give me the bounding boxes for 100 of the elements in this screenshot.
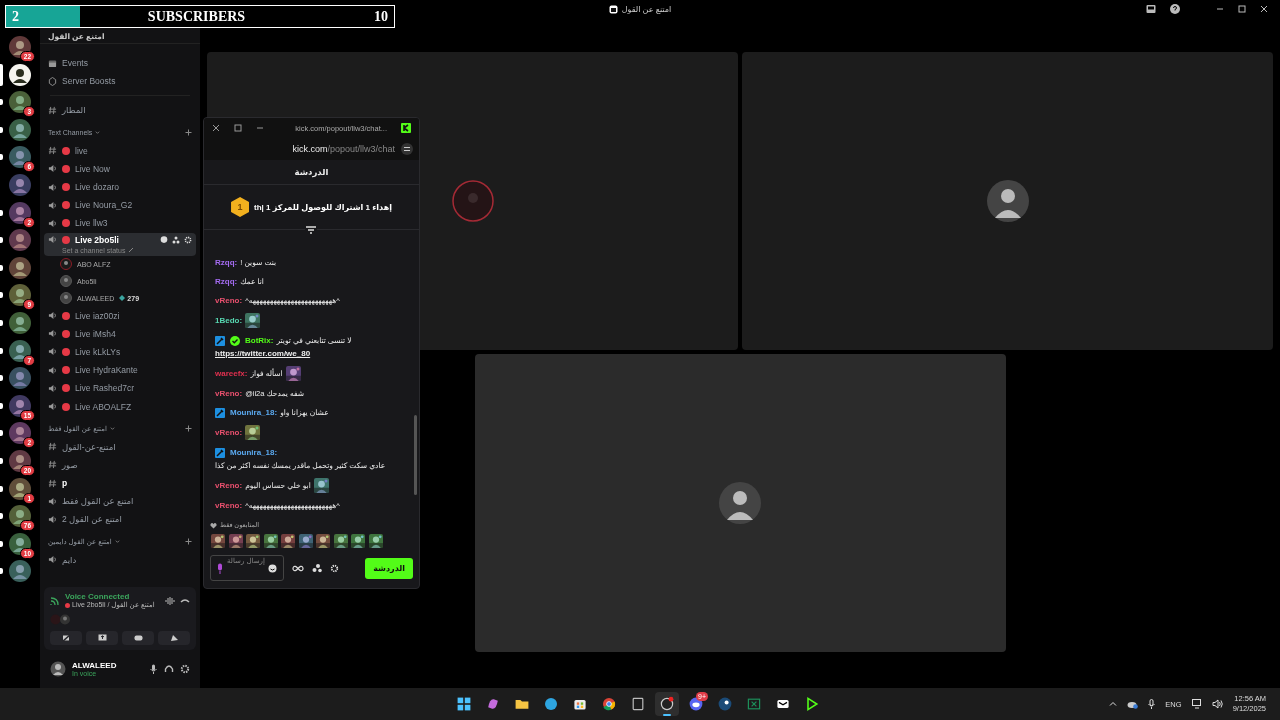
chevron-up-icon[interactable]	[1109, 700, 1118, 708]
server-icon[interactable]	[9, 284, 31, 307]
plus-icon[interactable]	[185, 129, 192, 137]
headphones-icon[interactable]	[164, 664, 174, 674]
channel-item[interactable]: Live kLkLYs	[44, 342, 196, 362]
menu-item[interactable]: Events	[62, 58, 88, 69]
server-icon[interactable]	[9, 532, 31, 555]
chat-username[interactable]: wareefx:	[215, 367, 248, 380]
server-icon[interactable]	[9, 560, 31, 583]
channel-item[interactable]: امتنع-عن-القول	[44, 437, 196, 456]
maximize-icon[interactable]	[234, 124, 242, 132]
help-icon[interactable]	[1170, 4, 1180, 14]
server-icon[interactable]	[9, 91, 31, 114]
server-icon[interactable]	[9, 339, 31, 362]
chat-username[interactable]: Rzqq:	[215, 275, 238, 288]
cloud-icon[interactable]	[1127, 699, 1139, 709]
chat-bubble-icon[interactable]	[160, 235, 168, 244]
menu-item[interactable]: Server Boosts	[62, 76, 116, 87]
volume-icon[interactable]	[1211, 699, 1223, 709]
video-tile[interactable]	[742, 52, 1273, 350]
screen-share-button[interactable]	[86, 631, 118, 645]
server-icon[interactable]	[9, 146, 31, 169]
chat-username[interactable]: vReno:	[215, 294, 243, 307]
channel-item[interactable]: صور	[44, 455, 196, 474]
channel-item[interactable]: Live iMsh4	[44, 324, 196, 343]
chat-username[interactable]: Mounira_18:	[230, 406, 278, 419]
soundboard-button[interactable]	[158, 631, 190, 645]
settings-icon[interactable]	[180, 664, 190, 674]
chat-link[interactable]: https://twitter.com/we_80	[215, 347, 407, 360]
channel-item[interactable]: Live HydraKante	[44, 361, 196, 380]
chat-username[interactable]: vReno:	[215, 387, 243, 400]
server-icon[interactable]	[9, 173, 31, 196]
server-icon[interactable]	[9, 477, 31, 500]
server-icon[interactable]	[9, 505, 31, 528]
channel-item[interactable]: Live dozaro	[44, 177, 196, 197]
chevron-icon[interactable]	[109, 426, 115, 432]
plus-icon[interactable]	[185, 425, 192, 433]
settings-icon[interactable]	[184, 235, 192, 244]
network-icon[interactable]	[1191, 699, 1202, 709]
dots-icon[interactable]	[312, 563, 322, 573]
channel-item[interactable]: امتنع عن القول فقط	[44, 492, 196, 511]
chat-username[interactable]: vReno:	[215, 499, 243, 512]
channel-item[interactable]: امتنع عن القول 2	[44, 510, 196, 529]
microphone-icon[interactable]	[1148, 699, 1156, 709]
settings-icon[interactable]	[330, 563, 339, 573]
server-icon[interactable]	[9, 229, 31, 252]
chat-username[interactable]: vReno:	[215, 426, 243, 439]
speaker-icon	[48, 347, 57, 357]
chevron-icon[interactable]	[95, 130, 101, 136]
close-icon[interactable]	[212, 124, 220, 132]
maximize-icon[interactable]	[1238, 5, 1246, 13]
server-icon[interactable]	[9, 201, 31, 224]
chevron-icon[interactable]	[114, 539, 120, 545]
plus-icon[interactable]	[185, 538, 192, 546]
camera-off-icon	[61, 634, 71, 642]
server-icon[interactable]	[9, 367, 31, 390]
video-tile[interactable]	[474, 354, 1006, 652]
channel-item[interactable]: دايم	[44, 550, 196, 569]
chat-username[interactable]: Rzqq:	[215, 256, 238, 269]
server-icon[interactable]	[9, 311, 31, 334]
channel-item[interactable]: Live Now	[44, 159, 196, 178]
channel-item[interactable]: Live ABOALFZ	[44, 397, 196, 416]
minimize-icon[interactable]	[256, 124, 264, 132]
chat-username[interactable]: BotRix:	[245, 334, 274, 347]
channel-item[interactable]: Live llw3	[44, 214, 196, 233]
inbox-icon[interactable]	[1146, 4, 1156, 14]
server-icon[interactable]	[9, 118, 31, 141]
avatar	[50, 613, 72, 625]
pencil-icon[interactable]	[128, 247, 135, 253]
channel-item[interactable]: live	[44, 141, 196, 160]
people-icon[interactable]	[172, 235, 180, 244]
channel-item[interactable]: Live iaz00zi	[44, 306, 196, 325]
channel-item[interactable]: p	[44, 474, 196, 493]
camera-off-button[interactable]	[50, 631, 82, 645]
channel-item[interactable]: Live Rashed7cr	[44, 379, 196, 398]
avatar[interactable]	[50, 661, 66, 677]
chat-button[interactable]: الدردشة	[365, 557, 413, 579]
server-icon[interactable]	[9, 422, 31, 445]
pinned-message: إهداء 1 اشتراك للوصول للمركز 1 |th	[254, 202, 392, 212]
channel-item[interactable]: Live Noura_G2	[44, 196, 196, 215]
smiley-icon[interactable]	[268, 563, 277, 573]
chat-username[interactable]: 1Bedo:	[215, 314, 243, 327]
chat-username[interactable]: Mounira_18:	[230, 446, 278, 459]
waveform-icon[interactable]	[165, 595, 175, 606]
chat-username[interactable]: vReno:	[215, 479, 243, 492]
server-icon[interactable]	[9, 256, 31, 279]
sliders-icon[interactable]	[401, 143, 413, 155]
close-icon[interactable]	[1260, 5, 1268, 13]
server-icon[interactable]	[9, 63, 31, 86]
infinity-icon[interactable]	[292, 564, 304, 572]
taskbar-app[interactable]	[655, 692, 679, 716]
activity-button[interactable]	[122, 631, 154, 645]
channel-item[interactable]: المطار	[44, 101, 196, 120]
circle-icon	[718, 697, 732, 711]
channel-item[interactable]: Live 2bo5li	[44, 232, 196, 247]
microphone-icon[interactable]	[149, 664, 158, 674]
minimize-icon[interactable]	[1216, 5, 1224, 13]
server-icon[interactable]	[9, 394, 31, 417]
server-icon[interactable]	[9, 36, 31, 58]
server-icon[interactable]	[9, 449, 31, 472]
